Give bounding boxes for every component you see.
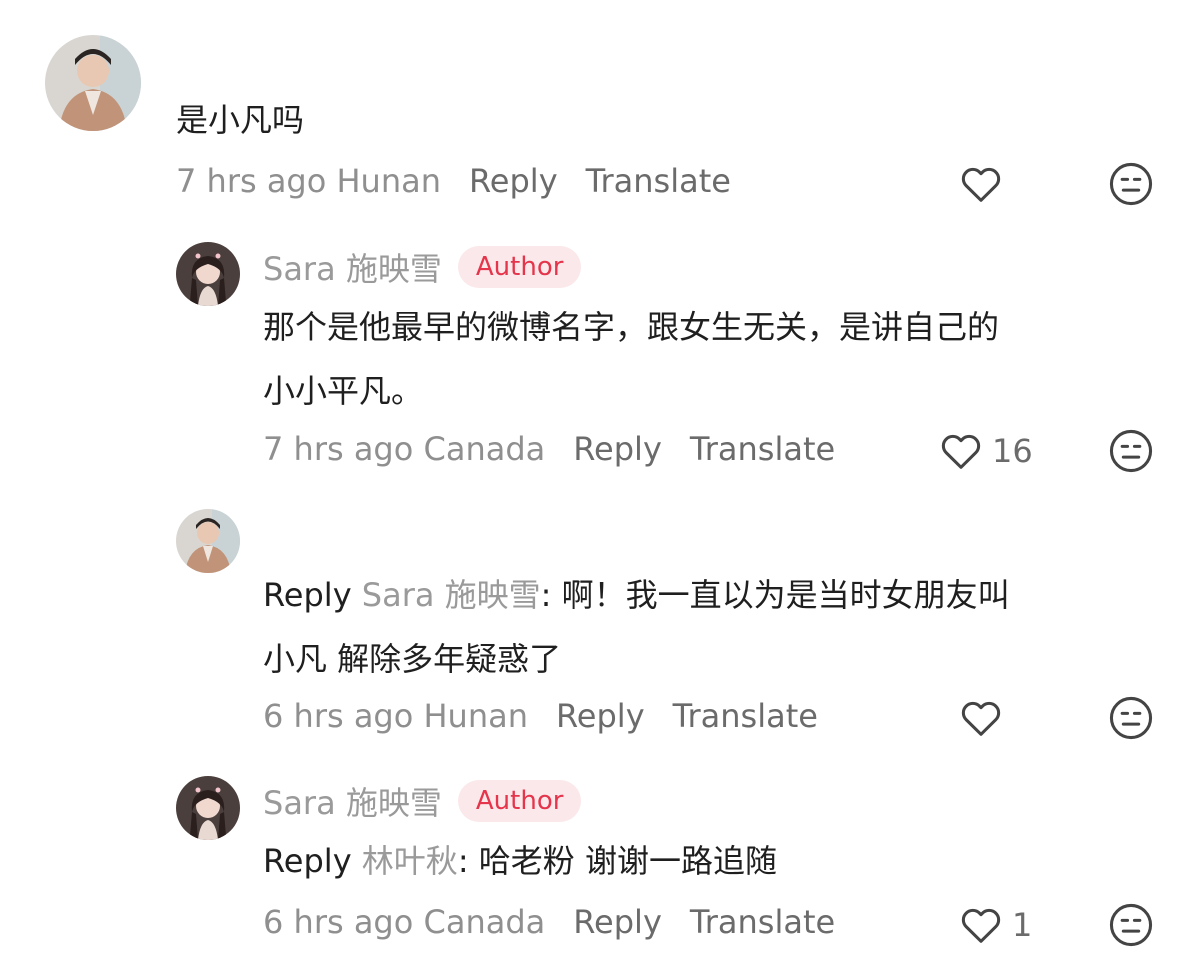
like-count: 1 [1012, 906, 1033, 944]
comment-meta: 7 hrs ago Hunan Reply Translate [176, 162, 731, 200]
comment-text: 是小凡吗 [176, 101, 305, 139]
reply-label: Reply [263, 842, 352, 880]
meh-face-icon [1109, 903, 1153, 947]
translate-button[interactable]: Translate [673, 697, 818, 735]
avatar[interactable] [176, 509, 240, 573]
translate-button[interactable]: Translate [586, 162, 731, 200]
timestamp: 7 hrs ago Hunan [176, 162, 441, 200]
heart-icon [961, 908, 1001, 943]
reply-button[interactable]: Reply [556, 697, 645, 735]
avatar[interactable] [176, 776, 240, 840]
reply-button[interactable]: Reply [573, 430, 662, 468]
author-badge: Author [457, 246, 582, 288]
username[interactable]: Sara 施映雪 [263, 778, 442, 824]
author-badge: Author [457, 780, 582, 822]
reply-button[interactable]: Reply [469, 162, 558, 200]
dislike-button[interactable] [1108, 161, 1154, 211]
author-row: Sara 施映雪 Author [263, 777, 582, 825]
like-button[interactable]: 16 [938, 428, 1033, 474]
comment-text: 那个是他最早的微博名字，跟女生无关，是讲自己的 小小平凡。 [263, 308, 1000, 410]
heart-icon [961, 701, 1001, 736]
like-button[interactable] [958, 695, 1012, 741]
meh-face-icon [1109, 429, 1153, 473]
meh-face-icon [1109, 162, 1153, 206]
dislike-button[interactable] [1108, 428, 1154, 478]
reply-button[interactable]: Reply [573, 903, 662, 941]
translate-button[interactable]: Translate [690, 430, 835, 468]
reply-label: Reply [263, 576, 352, 614]
author-row: Sara 施映雪 Author [263, 243, 582, 291]
meh-face-icon [1109, 696, 1153, 740]
timestamp: 7 hrs ago Canada [263, 430, 546, 468]
like-button[interactable]: 1 [958, 902, 1032, 948]
comment-meta: 7 hrs ago Canada Reply Translate [263, 430, 835, 468]
translate-button[interactable]: Translate [690, 903, 835, 941]
like-count: 16 [992, 432, 1033, 470]
dislike-button[interactable] [1108, 695, 1154, 745]
avatar[interactable] [45, 35, 141, 131]
timestamp: 6 hrs ago Canada [263, 903, 546, 941]
comment-text: Reply Sara 施映雪: 啊！我一直以为是当时女朋友叫 小凡 解除多年疑惑… [263, 576, 1010, 678]
comment-text: Reply 林叶秋: 哈老粉 谢谢一路追随 [263, 842, 777, 880]
like-button[interactable] [958, 161, 1012, 207]
heart-icon [961, 167, 1001, 202]
dislike-button[interactable] [1108, 902, 1154, 952]
mentioned-user[interactable]: 林叶秋 [362, 842, 458, 880]
comment-meta: 6 hrs ago Canada Reply Translate [263, 903, 835, 941]
timestamp: 6 hrs ago Hunan [263, 697, 528, 735]
avatar[interactable] [176, 242, 240, 306]
mentioned-user[interactable]: Sara 施映雪 [362, 576, 541, 614]
username[interactable]: Sara 施映雪 [263, 244, 442, 290]
comment-meta: 6 hrs ago Hunan Reply Translate [263, 697, 818, 735]
heart-icon [941, 434, 981, 469]
